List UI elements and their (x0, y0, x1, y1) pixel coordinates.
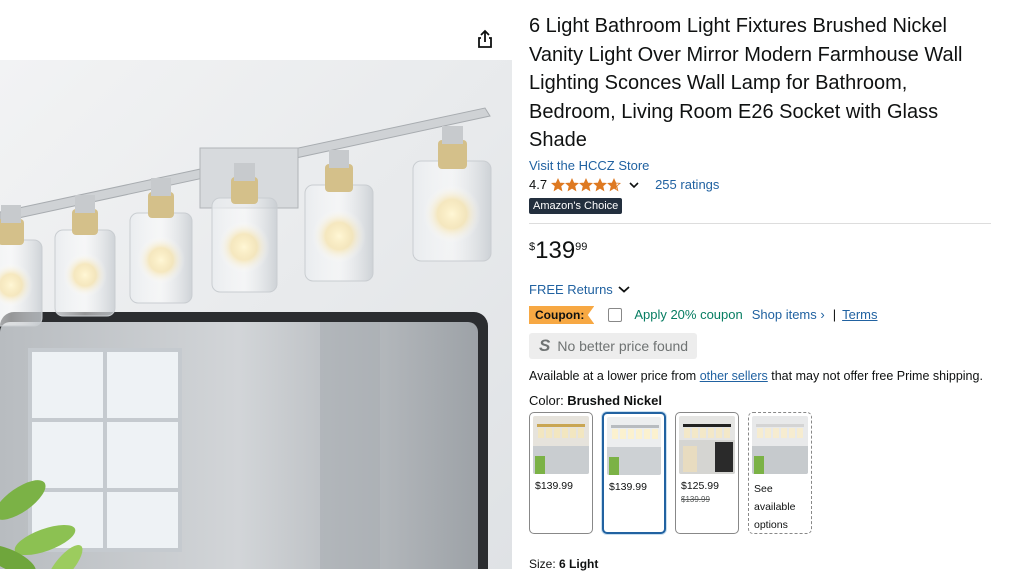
swatch-price: $125.99 (681, 479, 719, 492)
swatch-thumbnail (679, 415, 735, 474)
rating-value: 4.7 (529, 177, 548, 193)
image-gallery (0, 0, 512, 569)
no-better-price-text: No better price found (557, 337, 689, 354)
divider (529, 222, 991, 224)
product-title: 6 Light Bathroom Light Fixtures Brushed … (529, 15, 963, 152)
stars-icon (551, 177, 622, 192)
amazons-choice-badge[interactable]: Amazon's Choice (529, 197, 623, 214)
color-swatch-see-options[interactable]: See available options (748, 411, 812, 534)
coupon-checkbox[interactable] (608, 307, 623, 322)
coupon-row: Coupon: Apply 20% coupon Shop items › | … (529, 305, 994, 325)
color-label-prefix: Color: (529, 392, 568, 408)
terms-link[interactable]: Terms (842, 307, 877, 322)
availability-prefix: Available at a lower price from (529, 368, 700, 383)
swatch-list-price: $139.99 (681, 494, 710, 504)
chevron-down-icon (618, 286, 630, 294)
price-check-icon: S (539, 335, 551, 355)
free-returns-link[interactable]: FREE Returns (529, 282, 994, 297)
free-returns-label: FREE Returns (529, 281, 613, 297)
shop-items-link[interactable]: Shop items › (752, 307, 825, 322)
swatch-price: $139.99 (609, 480, 647, 493)
store-link[interactable]: Visit the HCCZ Store (529, 158, 994, 173)
other-sellers-link[interactable]: other sellers (700, 369, 768, 383)
rating-row: 4.7 255 ratings (529, 176, 994, 194)
color-label: Color: Brushed Nickel (529, 393, 994, 408)
chevron-down-icon[interactable] (629, 181, 639, 189)
product-image[interactable] (0, 60, 512, 569)
swatch-thumbnail (607, 416, 661, 475)
swatch-price: $139.99 (535, 479, 573, 492)
vanity-light-photo (0, 60, 512, 569)
product-info: 6 Light Bathroom Light Fixtures Brushed … (529, 12, 994, 534)
swatch-thumbnail (752, 415, 808, 474)
price-whole: 139 (535, 236, 576, 264)
swatch-thumbnail (533, 415, 589, 474)
color-swatch-option[interactable]: $125.99 $139.99 (675, 411, 739, 534)
ratings-count-link[interactable]: 255 ratings (655, 177, 719, 192)
coupon-badge: Coupon: (529, 305, 595, 324)
availability-suffix: that may not offer free Prime shipping. (767, 368, 983, 383)
share-button[interactable] (470, 24, 500, 54)
no-better-price-badge[interactable]: S No better price found (529, 332, 698, 359)
price: $ 139 99 (529, 236, 994, 268)
color-swatch-option-selected[interactable]: $139.99 (602, 411, 666, 534)
see-available-options: See available options (754, 482, 796, 531)
separator: | (832, 307, 837, 323)
availability-text: Available at a lower price from other se… (529, 367, 994, 385)
color-swatch-option[interactable]: $139.99 (529, 411, 593, 534)
color-swatches: $139.99 $139.99 $125.99 $139.99 See avai… (529, 411, 994, 534)
selected-color: Brushed Nickel (567, 392, 662, 408)
share-icon (478, 29, 492, 48)
star-rating-icon[interactable] (551, 177, 623, 192)
apply-coupon-label[interactable]: Apply 20% coupon (634, 307, 742, 322)
price-fraction: 99 (575, 240, 588, 253)
